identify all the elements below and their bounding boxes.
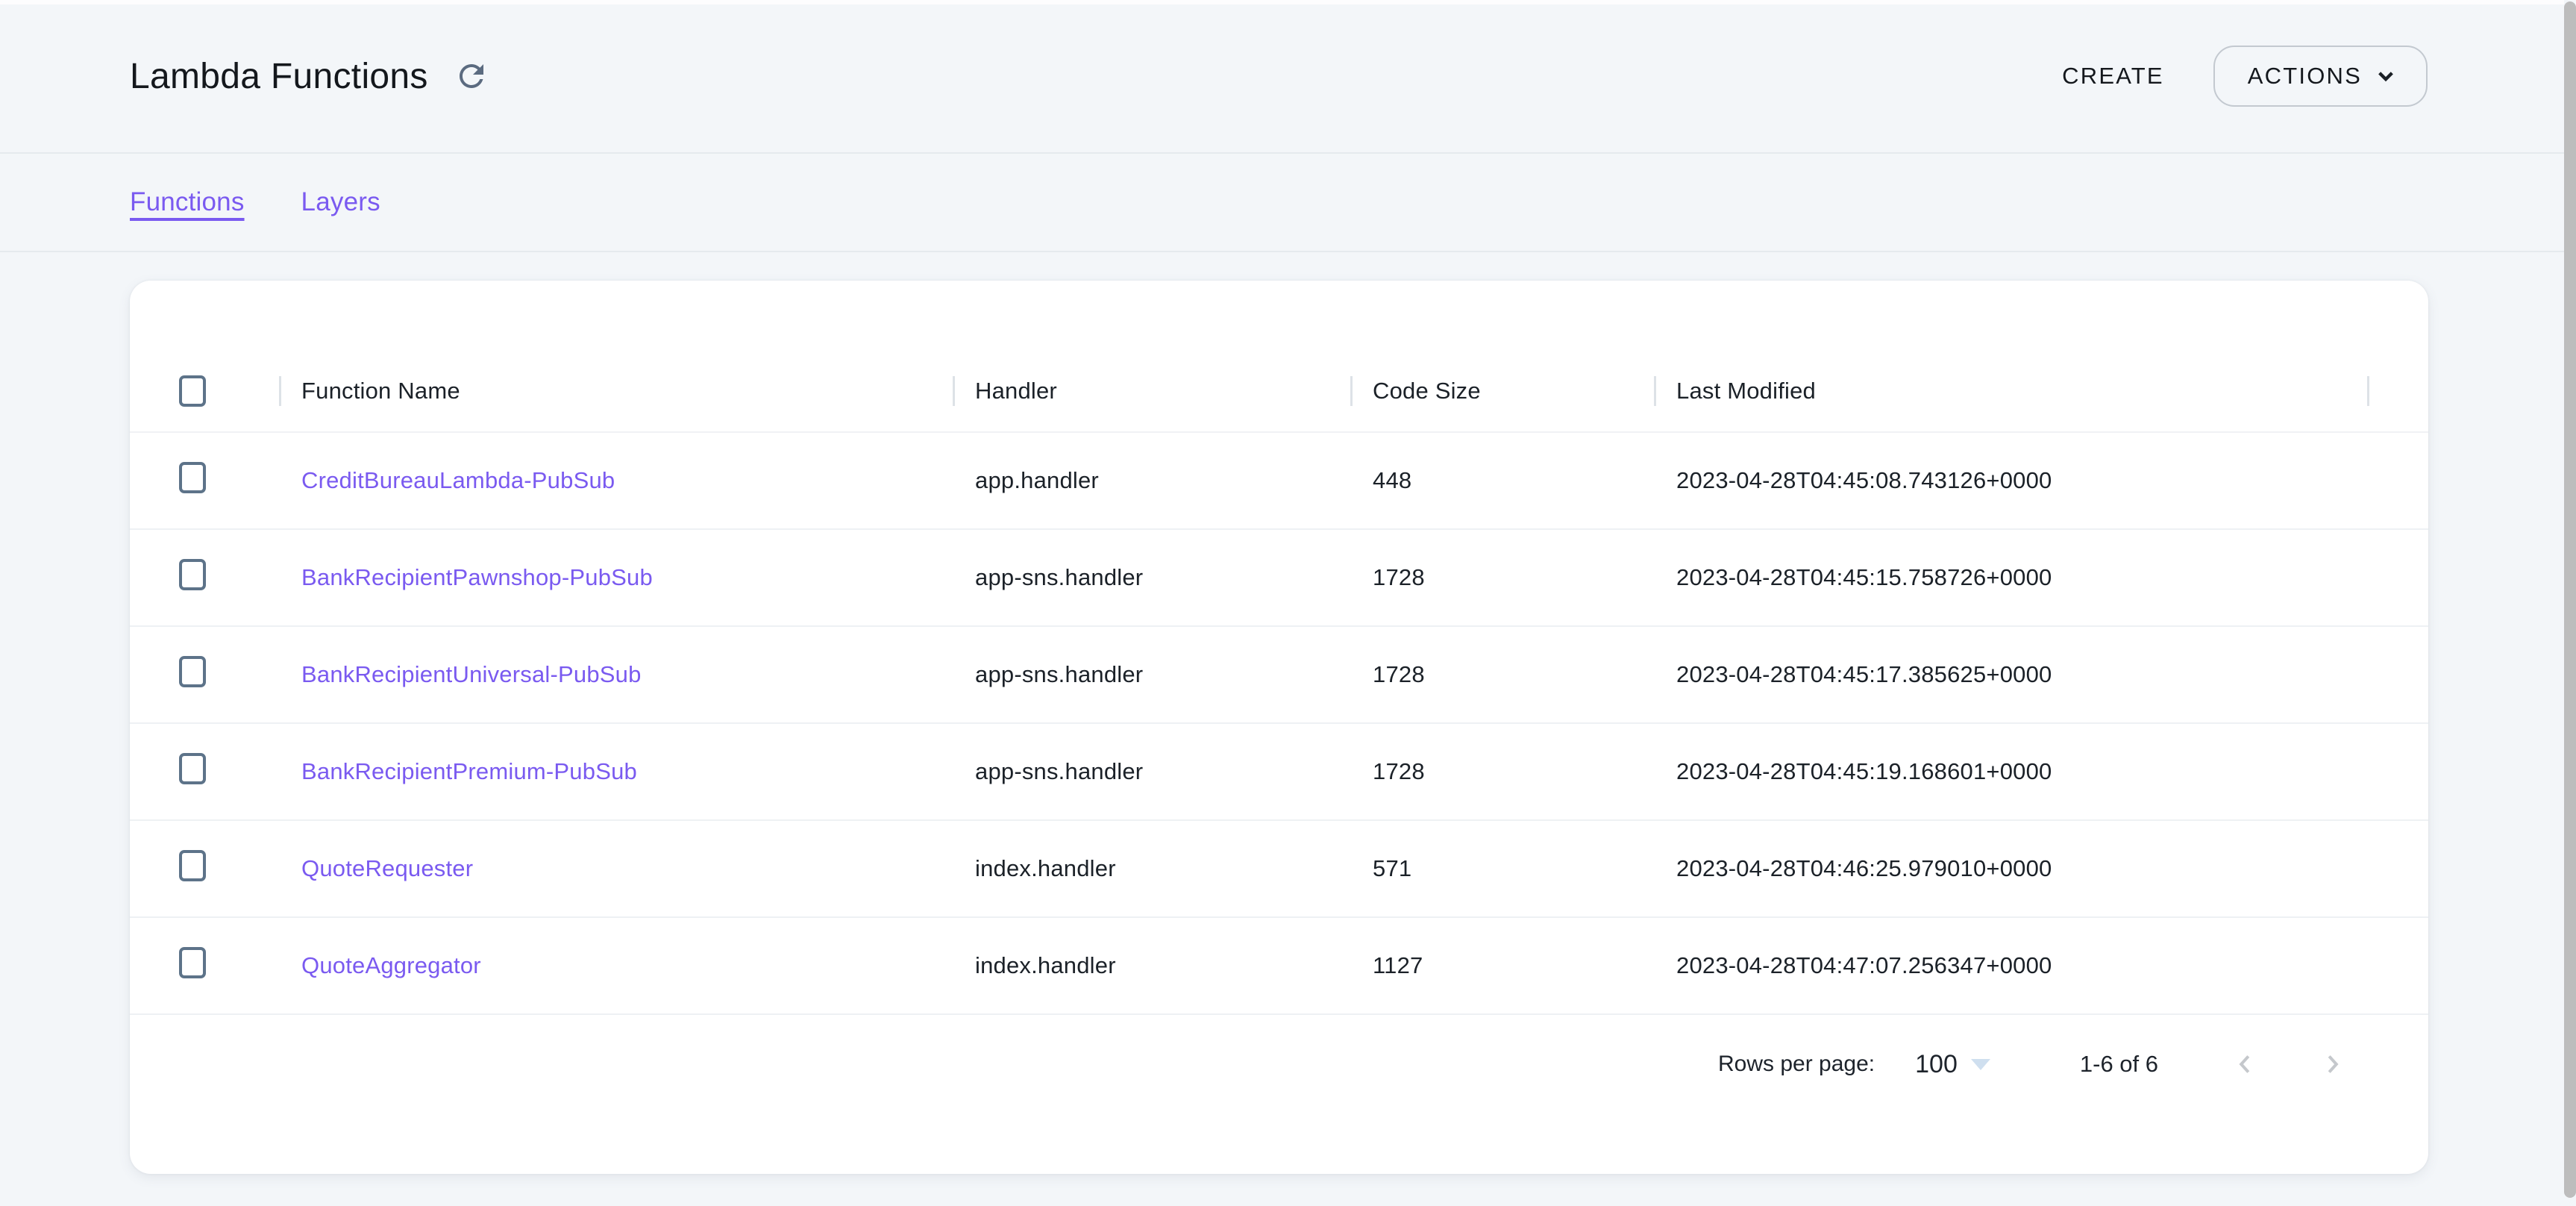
row-checkbox[interactable] [179, 656, 206, 687]
table-header-row: Function Name Handler Code Size Last Mod… [130, 351, 2428, 433]
function-name-link[interactable]: BankRecipientUniversal-PubSub [301, 661, 642, 687]
handler-cell: app.handler [953, 467, 1350, 494]
row-checkbox-cell [130, 462, 279, 499]
table-row: QuoteRequester index.handler 571 2023-04… [130, 821, 2428, 918]
row-checkbox-cell [130, 753, 279, 790]
row-checkbox[interactable] [179, 462, 206, 493]
row-checkbox-cell [130, 559, 279, 596]
last-modified-cell: 2023-04-28T04:47:07.256347+0000 [1654, 952, 2367, 979]
chevron-right-icon [2316, 1047, 2350, 1081]
function-name-link[interactable]: CreditBureauLambda-PubSub [301, 467, 615, 493]
refresh-icon [454, 58, 489, 94]
row-checkbox-cell [130, 656, 279, 693]
next-page-button[interactable] [2312, 1043, 2354, 1085]
row-checkbox-cell [130, 850, 279, 887]
row-checkbox[interactable] [179, 753, 206, 784]
triangle-down-icon [1971, 1059, 1990, 1070]
pagination-bar: Rows per page: 100 1-6 of 6 [130, 1015, 2428, 1113]
last-modified-cell: 2023-04-28T04:45:17.385625+0000 [1654, 661, 2367, 688]
pagination-range-label: 1-6 of 6 [2080, 1051, 2158, 1078]
function-name-link[interactable]: QuoteAggregator [301, 952, 481, 978]
actions-button[interactable]: ACTIONS [2213, 46, 2428, 107]
table-row: BankRecipientUniversal-PubSub app-sns.ha… [130, 627, 2428, 724]
vertical-scrollbar[interactable] [2564, 1, 2576, 1198]
row-checkbox[interactable] [179, 559, 206, 590]
code-size-cell: 1728 [1350, 661, 1654, 688]
code-size-cell: 448 [1350, 467, 1654, 494]
column-header-handler: Handler [953, 351, 1350, 431]
column-header-last-modified: Last Modified [1654, 351, 2367, 431]
app-header: Lambda Functions CREATE ACTIONS [0, 0, 2576, 154]
table-row: BankRecipientPawnshop-PubSub app-sns.han… [130, 530, 2428, 627]
select-all-cell [130, 351, 279, 431]
tab-layers[interactable]: Layers [301, 187, 380, 217]
page-title: Lambda Functions [130, 56, 428, 97]
column-header-code-size: Code Size [1350, 351, 1654, 431]
handler-cell: app-sns.handler [953, 661, 1350, 688]
function-name-link[interactable]: BankRecipientPawnshop-PubSub [301, 564, 653, 590]
row-checkbox[interactable] [179, 947, 206, 978]
row-checkbox-cell [130, 947, 279, 984]
table-row: QuoteAggregator index.handler 1127 2023-… [130, 918, 2428, 1015]
actions-button-label: ACTIONS [2248, 63, 2362, 90]
column-header-filler [2367, 351, 2428, 431]
code-size-cell: 1728 [1350, 758, 1654, 785]
handler-cell: index.handler [953, 855, 1350, 882]
tabs-bar: Functions Layers [0, 154, 2576, 252]
create-button[interactable]: CREATE [2044, 49, 2182, 103]
table-row: CreditBureauLambda-PubSub app.handler 44… [130, 433, 2428, 530]
code-size-cell: 1127 [1350, 952, 1654, 979]
tab-functions[interactable]: Functions [130, 187, 245, 217]
last-modified-cell: 2023-04-28T04:45:15.758726+0000 [1654, 564, 2367, 591]
handler-cell: index.handler [953, 952, 1350, 979]
rows-per-page-value: 100 [1915, 1050, 1958, 1079]
refresh-button[interactable] [449, 54, 494, 99]
last-modified-cell: 2023-04-28T04:45:19.168601+0000 [1654, 758, 2367, 785]
handler-cell: app-sns.handler [953, 758, 1350, 785]
functions-table: Function Name Handler Code Size Last Mod… [130, 351, 2428, 1015]
previous-page-button[interactable] [2224, 1043, 2266, 1085]
function-name-link[interactable]: BankRecipientPremium-PubSub [301, 758, 637, 784]
functions-table-card: Function Name Handler Code Size Last Mod… [130, 281, 2428, 1174]
handler-cell: app-sns.handler [953, 564, 1350, 591]
column-header-function-name: Function Name [279, 351, 953, 431]
function-name-link[interactable]: QuoteRequester [301, 855, 473, 881]
last-modified-cell: 2023-04-28T04:45:08.743126+0000 [1654, 467, 2367, 494]
select-all-checkbox[interactable] [179, 375, 206, 407]
last-modified-cell: 2023-04-28T04:46:25.979010+0000 [1654, 855, 2367, 882]
row-checkbox[interactable] [179, 850, 206, 881]
rows-per-page-label: Rows per page: [1718, 1052, 1875, 1077]
rows-per-page-select[interactable]: 100 [1915, 1050, 1990, 1079]
code-size-cell: 1728 [1350, 564, 1654, 591]
chevron-left-icon [2228, 1047, 2262, 1081]
code-size-cell: 571 [1350, 855, 1654, 882]
table-row: BankRecipientPremium-PubSub app-sns.hand… [130, 724, 2428, 821]
chevron-down-icon [2371, 61, 2401, 91]
